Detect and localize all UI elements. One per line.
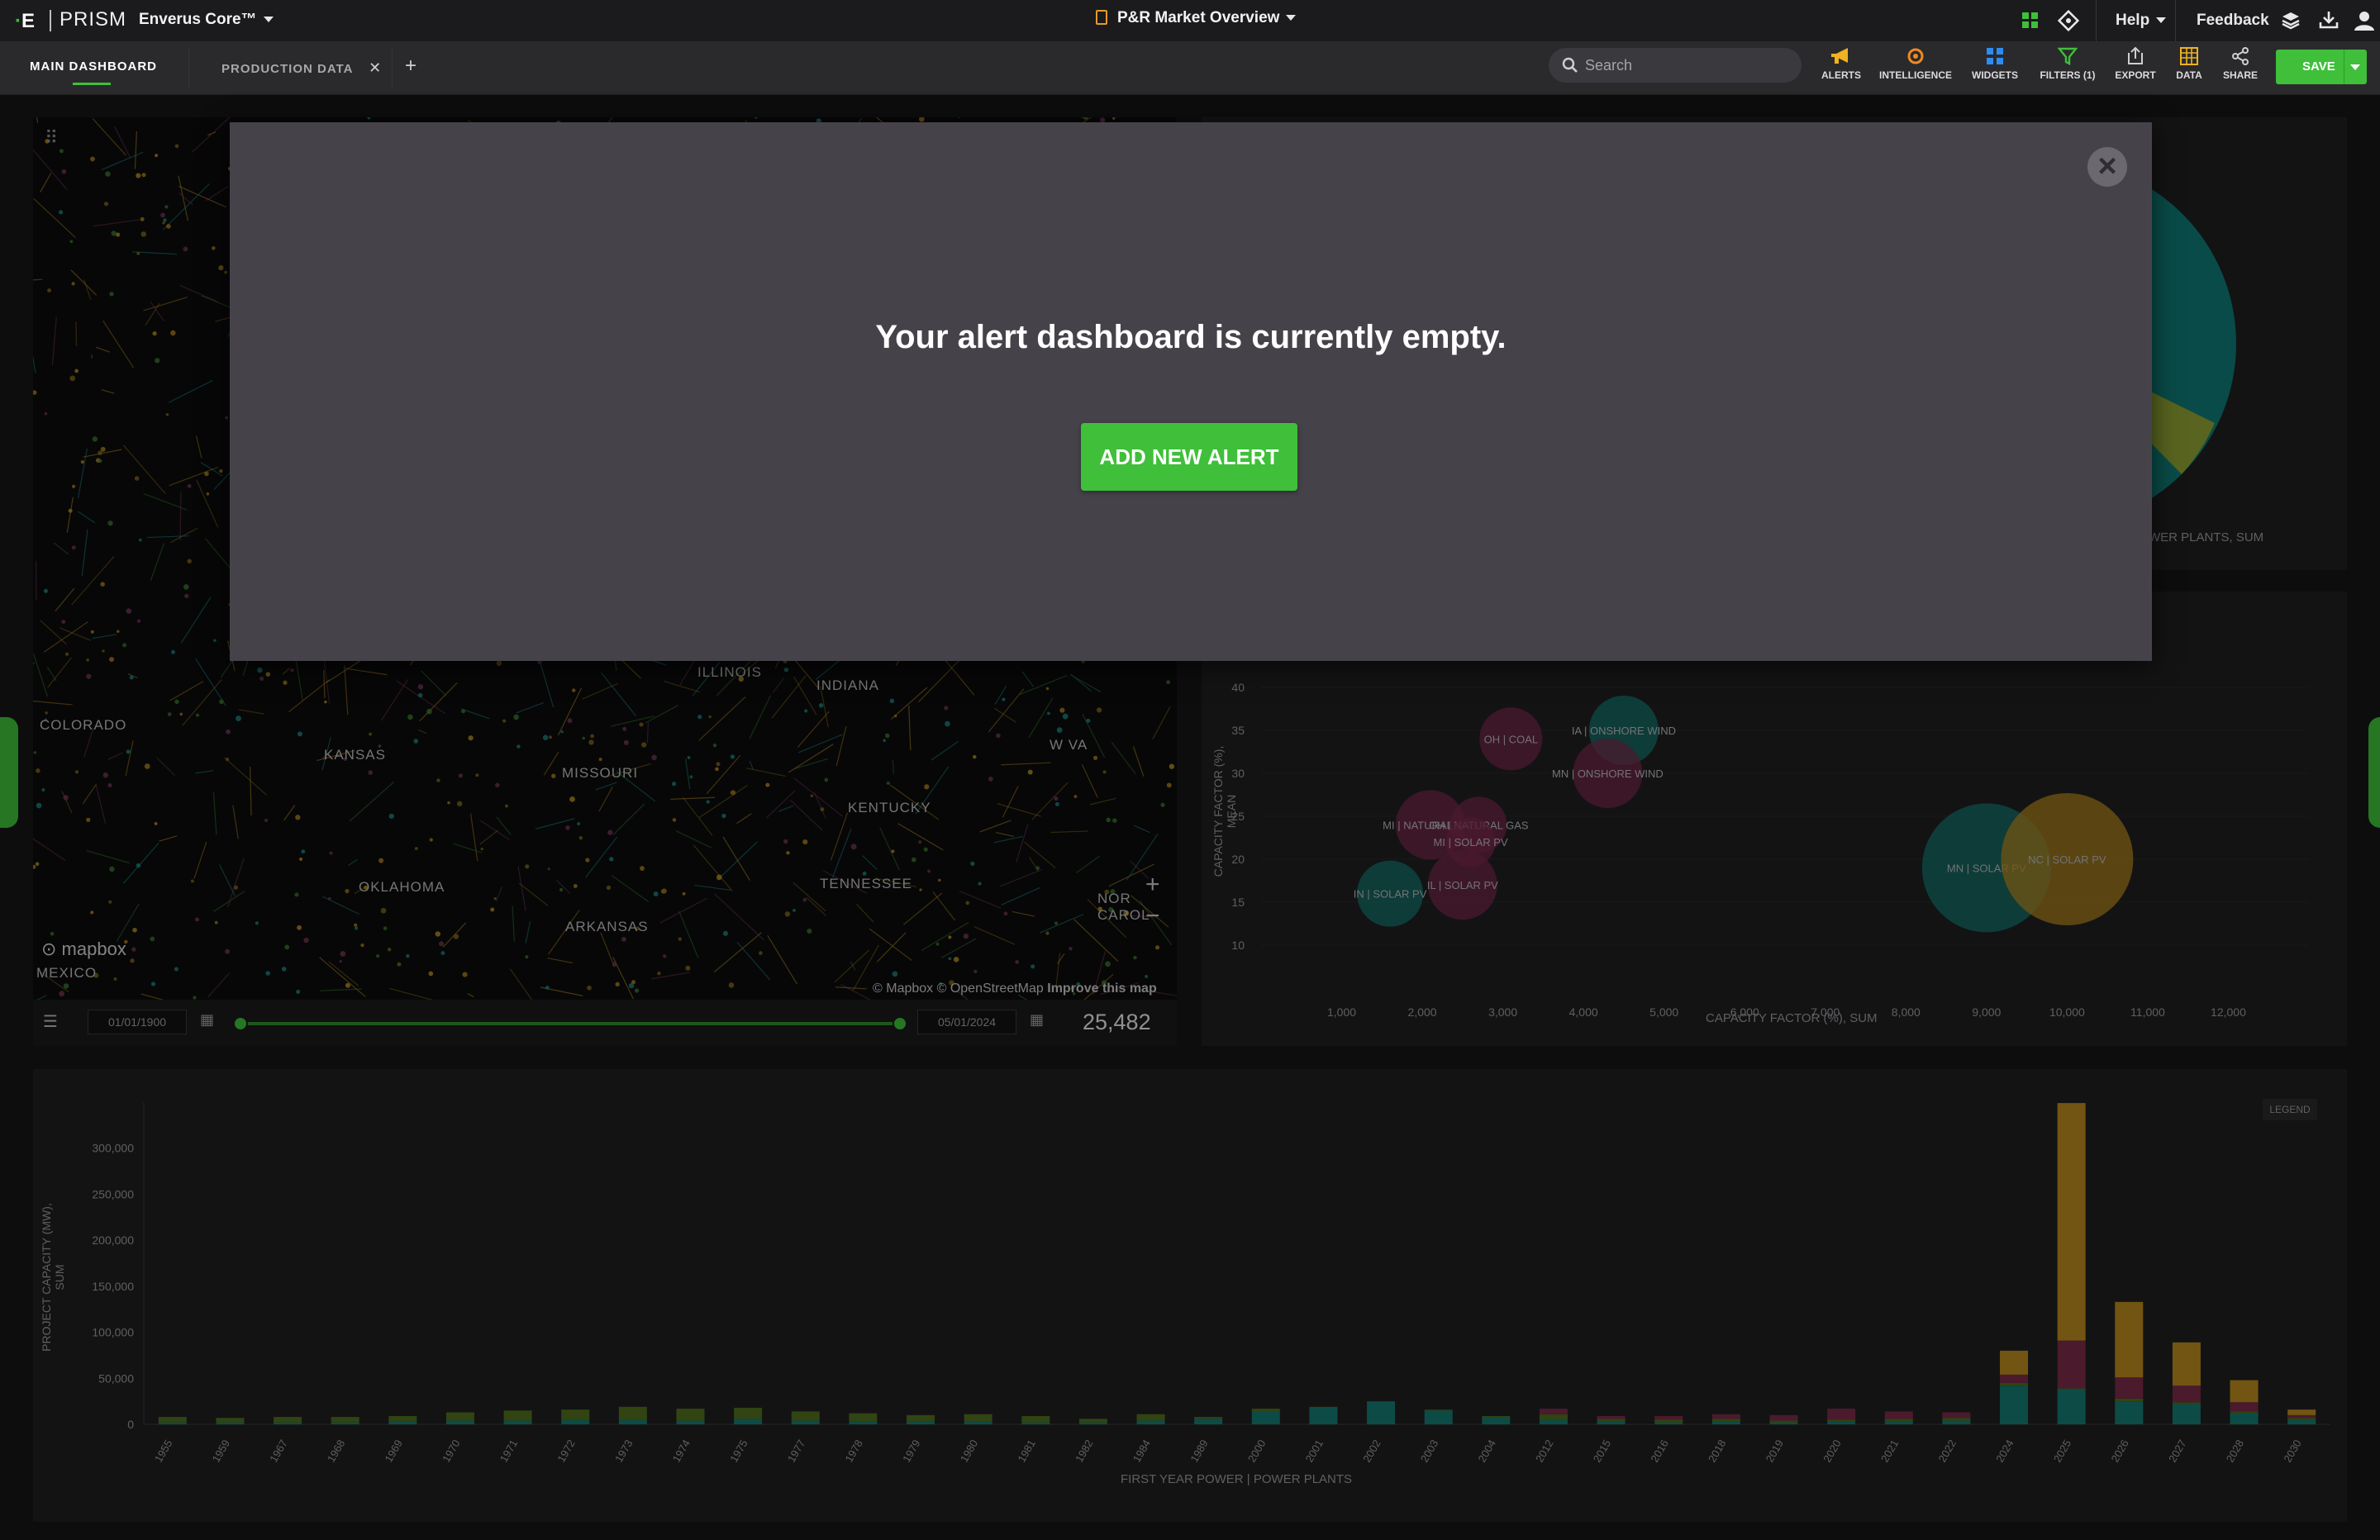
top-bar: ·E PRISM Enverus Core™ P&R Market Overvi… xyxy=(0,0,2380,42)
tool-label: ALERTS xyxy=(1821,69,1861,81)
chevron-down-icon xyxy=(2350,64,2360,70)
dashboard-selector[interactable]: P&R Market Overview xyxy=(1096,9,1297,27)
intelligence-icon xyxy=(1907,48,1924,64)
megaphone-icon xyxy=(1831,48,1848,64)
export-icon xyxy=(2128,46,2143,64)
tab-bar: MAIN DASHBOARD PRODUCTION DATA ✕ + xyxy=(0,41,2380,95)
search-placeholder: Search xyxy=(1585,57,1633,74)
save-button[interactable]: SAVE xyxy=(2276,50,2367,84)
filter-icon xyxy=(2058,47,2078,65)
alerts-modal: × Your alert dashboard is currently empt… xyxy=(230,122,2152,661)
divider xyxy=(188,48,189,88)
help-label: Help xyxy=(2116,12,2150,29)
tool-label: DATA xyxy=(2176,69,2202,81)
notebook-icon xyxy=(1096,10,1107,25)
widgets-icon xyxy=(1987,48,2003,64)
download-icon[interactable] xyxy=(2319,10,2339,30)
dashboard-title: P&R Market Overview xyxy=(1117,9,1280,26)
tool-label: SHARE xyxy=(2222,69,2258,81)
close-tab-icon[interactable]: ✕ xyxy=(369,59,382,76)
save-label: SAVE xyxy=(2302,59,2335,74)
divider xyxy=(392,48,393,88)
alerts-button[interactable]: ALERTS xyxy=(1818,46,1864,88)
divider xyxy=(2096,0,2097,41)
product-selector[interactable]: Enverus Core™ xyxy=(139,11,274,29)
enverus-logo[interactable]: ·E xyxy=(15,10,41,32)
chevron-down-icon xyxy=(1286,15,1297,21)
feedback-link[interactable]: Feedback xyxy=(2197,12,2269,30)
tool-label: WIDGETS xyxy=(1972,69,2018,81)
share-button[interactable]: SHARE xyxy=(2220,46,2261,88)
close-modal-button[interactable]: × xyxy=(2087,147,2127,187)
chevron-down-icon xyxy=(263,17,274,23)
intelligence-button[interactable]: INTELLIGENCE xyxy=(1876,46,1955,88)
tab-label: PRODUCTION DATA xyxy=(221,62,353,76)
add-tab-button[interactable]: + xyxy=(405,55,417,78)
product-label: Enverus Core™ xyxy=(139,11,257,28)
tool-label: FILTERS (1) xyxy=(2040,69,2096,81)
search-input[interactable]: Search xyxy=(1549,48,1802,83)
export-button[interactable]: EXPORT xyxy=(2112,46,2159,88)
brand-name: PRISM xyxy=(60,8,127,31)
save-options-dropdown[interactable] xyxy=(2344,50,2368,84)
tool-label: EXPORT xyxy=(2115,69,2156,81)
layers-icon[interactable] xyxy=(2281,10,2301,30)
search-icon xyxy=(1562,57,1578,73)
apps-grid-icon[interactable] xyxy=(2021,12,2040,30)
add-new-alert-button[interactable]: ADD NEW ALERT xyxy=(1081,423,1297,491)
widgets-button[interactable]: WIDGETS xyxy=(1967,46,2023,88)
share-icon xyxy=(2232,47,2249,65)
tab-production-data[interactable]: PRODUCTION DATA ✕ xyxy=(221,59,382,77)
divider xyxy=(2175,0,2176,41)
empty-state-message: Your alert dashboard is currently empty. xyxy=(875,319,1507,355)
data-button[interactable]: DATA xyxy=(2168,46,2210,88)
tab-main-dashboard[interactable]: MAIN DASHBOARD xyxy=(30,59,157,85)
table-icon xyxy=(2180,47,2198,65)
help-menu[interactable]: Help xyxy=(2116,12,2167,30)
user-icon[interactable] xyxy=(2354,10,2375,31)
active-tab-indicator xyxy=(73,83,111,85)
tab-label: MAIN DASHBOARD xyxy=(30,59,157,74)
filters-button[interactable]: FILTERS (1) xyxy=(2035,46,2101,88)
logo-divider xyxy=(50,10,51,31)
directions-icon[interactable] xyxy=(2058,10,2079,31)
chevron-down-icon xyxy=(2156,17,2167,24)
tool-label: INTELLIGENCE xyxy=(1878,69,1952,81)
